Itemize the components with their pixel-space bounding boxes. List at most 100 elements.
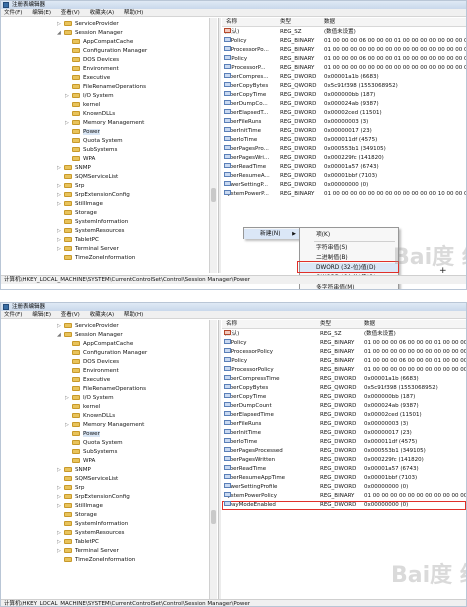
registry-value-row[interactable]: HiberIoTime REG_DWORD 0x000011df (4575) [222, 136, 466, 145]
column-header-type[interactable]: 类型 [280, 18, 291, 27]
tree-expand-icon[interactable]: ▷ [57, 493, 64, 502]
tree-node[interactable]: ▷ ServiceProvider [57, 20, 119, 29]
registry-value-row[interactable]: HiberCopyTime REG_DWORD 0x000000bb (187) [222, 91, 466, 100]
tree-node[interactable]: DOS Devices [65, 358, 119, 367]
submenu-item[interactable]: 字符串值(S) [300, 243, 398, 253]
menu-file[interactable]: 文件(F) [4, 311, 22, 319]
registry-value-row[interactable]: HiberDumpCo... REG_DWORD 0x000024ab (9387) [222, 100, 466, 109]
tree-expand-icon[interactable]: ▷ [57, 502, 64, 511]
tree-expand-icon[interactable]: ▷ [65, 394, 72, 403]
tree-node[interactable]: ◢ Session Manager [57, 29, 123, 38]
tree-node[interactable]: ▷ Memory Management [65, 421, 144, 430]
column-header-data[interactable]: 数据 [324, 18, 335, 27]
tree-node[interactable]: SystemInformation [57, 218, 128, 227]
menu-view[interactable]: 查看(V) [61, 9, 80, 17]
registry-value-row[interactable]: HiberPagesWri... REG_DWORD 0x000229fc (141… [222, 154, 466, 163]
tree-expand-icon[interactable]: ▷ [57, 227, 64, 236]
tree-node[interactable]: Storage [57, 511, 97, 520]
tree-node[interactable]: TimeZoneInformation [57, 556, 135, 565]
tree-expand-icon[interactable]: ▷ [65, 421, 72, 430]
tree-node[interactable]: SubSystems [65, 448, 117, 457]
tree-node[interactable]: Power [65, 430, 100, 439]
registry-value-row[interactable]: HiberResumeAppTime REG_DWORD 0x00001bbf (7… [222, 474, 466, 483]
tree-node[interactable]: AppCompatCache [65, 340, 133, 349]
registry-value-row[interactable]: HiberPagesWritten REG_DWORD 0x000229fc (14… [222, 456, 466, 465]
tree-node[interactable]: Environment [65, 367, 119, 376]
tree-node[interactable]: ▷ Memory Management [65, 119, 144, 128]
column-header-type[interactable]: 类型 [320, 320, 331, 329]
tree-expand-icon[interactable]: ▷ [57, 191, 64, 200]
registry-value-row[interactable]: HiberInitTime REG_DWORD 0x00000017 (23) [222, 429, 466, 438]
tree-node[interactable]: Executive [65, 74, 110, 83]
tree-node[interactable]: ▷ SystemResources [57, 529, 124, 538]
submenu-item[interactable]: 多字符串值(M) [300, 283, 398, 289]
tree-node[interactable]: KnownDLLs [65, 412, 115, 421]
menu-edit[interactable]: 编辑(E) [32, 9, 51, 17]
registry-value-row[interactable]: HiberDumpCount REG_DWORD 0x000024ab (9387) [222, 402, 466, 411]
tree-node[interactable]: SQMServiceList [57, 173, 118, 182]
tree-node[interactable]: ▷ Terminal Server [57, 245, 119, 254]
tree-node[interactable]: TimeZoneInformation [57, 254, 135, 263]
tree-expand-icon[interactable]: ▷ [57, 20, 64, 29]
registry-value-row[interactable]: SystemPowerP... REG_BINARY 01 00 00 00 00 … [222, 190, 466, 199]
registry-value-row[interactable]: HiberInitTime REG_DWORD 0x00000017 (23) [222, 127, 466, 136]
tree-expand-icon[interactable]: ▷ [57, 164, 64, 173]
tree-node[interactable]: kernel [65, 403, 100, 412]
registry-value-row[interactable]: HiberFileRuns REG_DWORD 0x00000003 (3) [222, 420, 466, 429]
column-header-name[interactable]: 名称 [226, 18, 237, 27]
registry-value-row[interactable]: HiberIoTime REG_DWORD 0x000011df (4575) [222, 438, 466, 447]
tree-expand-icon[interactable]: ▷ [57, 182, 64, 191]
tree-node[interactable]: ▷ StillImage [57, 200, 103, 209]
tree-expand-icon[interactable]: ▷ [57, 200, 64, 209]
column-header-name[interactable]: 名称 [226, 320, 237, 329]
menu-favorites[interactable]: 收藏夹(A) [90, 311, 115, 319]
tree-expand-icon[interactable]: ▷ [57, 529, 64, 538]
registry-value-row[interactable]: AwayModeEnabled REG_DWORD 0x00000000 (0) [222, 501, 466, 510]
registry-value-row[interactable]: (默认) REG_SZ (数值未设置) [222, 330, 466, 339]
tree-node[interactable]: Quota System [65, 137, 123, 146]
registry-value-row[interactable]: HiberReadTime REG_DWORD 0x00001a57 (6743) [222, 163, 466, 172]
tree-expand-icon[interactable]: ▷ [57, 484, 64, 493]
tree-node[interactable]: kernel [65, 101, 100, 110]
registry-value-row[interactable]: HiberReadTime REG_DWORD 0x00001a57 (6743) [222, 465, 466, 474]
tree-node[interactable]: Executive [65, 376, 110, 385]
tree-node[interactable]: ◢ Session Manager [57, 331, 123, 340]
tree-node[interactable]: AppCompatCache [65, 38, 133, 47]
tree-expand-icon[interactable]: ▷ [57, 466, 64, 475]
registry-value-row[interactable]: HiberElapsedTime REG_DWORD 0x00002ced (115… [222, 411, 466, 420]
registry-value-row[interactable]: HiberPagesProcessed REG_DWORD 0x000553b1 (… [222, 447, 466, 456]
pane-splitter[interactable] [218, 320, 221, 599]
tree-node[interactable]: ▷ I/O System [65, 92, 114, 101]
tree-node[interactable]: ▷ SNMP [57, 466, 91, 475]
tree-node[interactable]: WPA [65, 457, 95, 466]
tree-node[interactable]: Configuration Manager [65, 349, 147, 358]
tree-node[interactable]: ▷ Srp [57, 484, 84, 493]
menu-view[interactable]: 查看(V) [61, 311, 80, 319]
tree-expand-icon[interactable]: ▷ [57, 322, 64, 331]
registry-value-row[interactable]: HiberFileRuns REG_DWORD 0x00000003 (3) [222, 118, 466, 127]
tree-scrollbar[interactable] [209, 320, 217, 599]
tree-node[interactable]: Power [65, 128, 100, 137]
tree-node[interactable]: ▷ TabletPC [57, 236, 99, 245]
tree-expand-icon[interactable]: ▷ [57, 236, 64, 245]
tree-node[interactable]: ▷ SrpExtensionConfig [57, 493, 130, 502]
registry-value-row[interactable]: HiberCompressTime REG_DWORD 0x00001a1b (66… [222, 375, 466, 384]
registry-value-row[interactable]: (默认) REG_SZ (数值未设置) [222, 28, 466, 37]
tree-node[interactable]: WPA [65, 155, 95, 164]
tree-node[interactable]: Environment [65, 65, 119, 74]
column-header-data[interactable]: 数据 [364, 320, 375, 329]
registry-value-row[interactable]: HiberCopyTime REG_DWORD 0x000000bb (187) [222, 393, 466, 402]
registry-value-row[interactable]: PowerSettingProfile REG_DWORD 0x00000000 (… [222, 483, 466, 492]
registry-value-row[interactable]: DcProcessorP... REG_BINARY 01 00 00 00 00 … [222, 64, 466, 73]
tree-expand-icon[interactable]: ▷ [57, 538, 64, 547]
registry-value-row[interactable]: AcPolicy REG_BINARY 01 00 00 00 06 00 00 0… [222, 37, 466, 46]
tree-node[interactable]: ▷ SystemResources [57, 227, 124, 236]
context-menu-new[interactable]: 新建(N) ▶ [244, 229, 300, 239]
menu-edit[interactable]: 编辑(E) [32, 311, 51, 319]
registry-value-row[interactable]: HiberResumeA... REG_DWORD 0x00001bbf (7103… [222, 172, 466, 181]
tree-node[interactable]: ▷ Terminal Server [57, 547, 119, 556]
tree-node[interactable]: ▷ StillImage [57, 502, 103, 511]
registry-value-row[interactable]: DcPolicy REG_BINARY 01 00 00 00 06 00 00 0… [222, 55, 466, 64]
tree-node[interactable]: SystemInformation [57, 520, 128, 529]
tree-expand-icon[interactable]: ▷ [57, 245, 64, 254]
